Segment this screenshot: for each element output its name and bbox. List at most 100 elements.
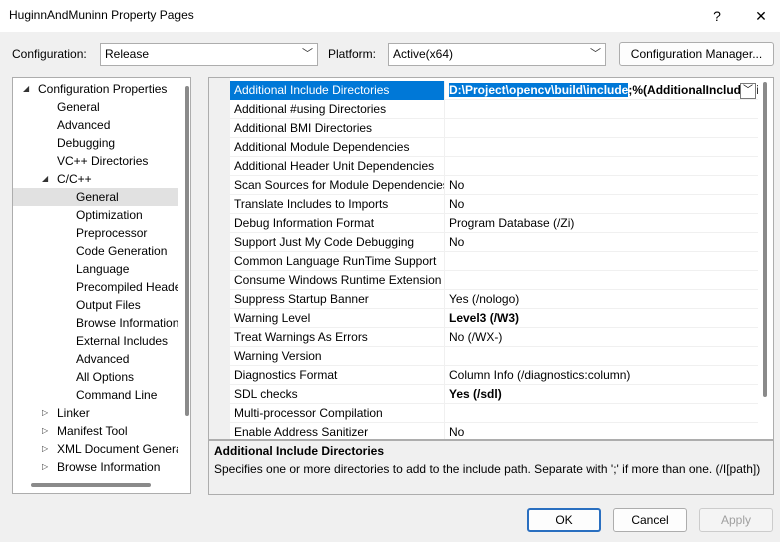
property-value-input[interactable]: D:\Project\opencv\build\include;%(Additi… <box>446 81 758 100</box>
property-value[interactable]: No <box>446 176 758 195</box>
property-row[interactable]: Multi-processor Compilation <box>230 404 758 423</box>
property-row[interactable]: Additional Header Unit Dependencies <box>230 157 758 176</box>
property-row[interactable]: Suppress Startup Banner Yes (/nologo) <box>230 290 758 309</box>
chevron-down-icon[interactable]: ﹀ <box>740 83 756 99</box>
tree-item[interactable]: Command Line <box>13 386 178 404</box>
property-value[interactable] <box>446 138 758 157</box>
collapsed-icon[interactable]: ▷ <box>42 458 48 476</box>
property-row[interactable]: Support Just My Code Debugging No <box>230 233 758 252</box>
platform-dropdown[interactable]: Active(x64) ﹀ <box>388 43 606 66</box>
property-row[interactable]: Common Language RunTime Support <box>230 252 758 271</box>
property-name: Treat Warnings As Errors <box>230 328 445 347</box>
tree-item-label: External Includes <box>76 334 169 348</box>
tree-item-label: Advanced <box>57 118 111 132</box>
property-row[interactable]: SDL checks Yes (/sdl) <box>230 385 758 404</box>
property-row[interactable]: Diagnostics Format Column Info (/diagnost… <box>230 366 758 385</box>
tree-item[interactable]: Code Generation <box>13 242 178 260</box>
property-value[interactable] <box>446 100 758 119</box>
tree-scroll-thumb[interactable] <box>185 86 189 416</box>
tree-item-label: Browse Information <box>76 316 178 330</box>
property-name: Translate Includes to Imports <box>230 195 445 214</box>
property-row[interactable]: Debug Information Format Program Database… <box>230 214 758 233</box>
tree-horizontal-scrollbar[interactable] <box>31 483 151 487</box>
collapsed-icon[interactable]: ▷ <box>42 422 48 440</box>
property-value[interactable]: Column Info (/diagnostics:column) <box>446 366 758 385</box>
tree-item[interactable]: ◢ Configuration Properties <box>13 80 178 98</box>
tree-item[interactable]: Language <box>13 260 178 278</box>
tree-item[interactable]: ▷ Linker <box>13 404 178 422</box>
collapsed-icon[interactable]: ▷ <box>42 440 48 458</box>
tree-item[interactable]: Debugging <box>13 134 178 152</box>
property-value[interactable] <box>446 119 758 138</box>
property-row[interactable]: Enable Address Sanitizer No <box>230 423 758 439</box>
ok-button[interactable]: OK <box>527 508 601 532</box>
apply-button[interactable]: Apply <box>699 508 773 532</box>
expanded-icon[interactable]: ◢ <box>42 170 48 188</box>
property-value[interactable] <box>446 271 758 290</box>
property-row[interactable]: Warning Level Level3 (/W3) <box>230 309 758 328</box>
property-name: Support Just My Code Debugging <box>230 233 445 252</box>
grid-vertical-scrollbar[interactable] <box>761 78 769 439</box>
property-value[interactable]: No <box>446 423 758 439</box>
tree-item[interactable]: ▷ XML Document Genera <box>13 440 178 458</box>
tree-item-label: Precompiled Heade <box>76 280 178 294</box>
tree-item[interactable]: Optimization <box>13 206 178 224</box>
tree-item[interactable]: ◢ C/C++ <box>13 170 178 188</box>
property-value[interactable]: Level3 (/W3) <box>446 309 758 328</box>
tree-item-label: Manifest Tool <box>57 424 128 438</box>
property-value[interactable]: Yes (/nologo) <box>446 290 758 309</box>
tree-item[interactable]: All Options <box>13 368 178 386</box>
tree-item[interactable]: Advanced <box>13 116 178 134</box>
property-name: Diagnostics Format <box>230 366 445 385</box>
property-row[interactable]: Translate Includes to Imports No <box>230 195 758 214</box>
tree-item-label: Output Files <box>76 298 141 312</box>
property-value[interactable]: No <box>446 195 758 214</box>
tree-item-label: General <box>76 190 119 204</box>
help-button[interactable]: ? <box>700 3 734 29</box>
collapsed-icon[interactable]: ▷ <box>42 404 48 422</box>
property-row[interactable]: Consume Windows Runtime Extension <box>230 271 758 290</box>
description-text: Specifies one or more directories to add… <box>214 462 761 476</box>
tree-item[interactable]: Precompiled Heade <box>13 278 178 296</box>
configuration-manager-button[interactable]: Configuration Manager... <box>619 42 774 66</box>
close-button[interactable]: ✕ <box>744 3 778 29</box>
property-value[interactable]: No <box>446 233 758 252</box>
tree-item[interactable]: General <box>13 188 178 206</box>
property-row[interactable]: Treat Warnings As Errors No (/WX-) <box>230 328 758 347</box>
property-value[interactable]: Program Database (/Zi) <box>446 214 758 233</box>
property-row[interactable]: Additional #using Directories <box>230 100 758 119</box>
grid-scroll-thumb[interactable] <box>763 82 767 397</box>
property-row[interactable]: Warning Version <box>230 347 758 366</box>
category-tree[interactable]: ▷ Browse Information ▷ XML Document Genera ▷… <box>12 77 191 494</box>
tree-vertical-scrollbar[interactable] <box>184 78 190 478</box>
property-value[interactable] <box>446 404 758 423</box>
property-row[interactable]: Additional BMI Directories <box>230 119 758 138</box>
property-row[interactable]: Scan Sources for Module Dependencies No <box>230 176 758 195</box>
tree-item[interactable]: General <box>13 98 178 116</box>
tree-item[interactable]: VC++ Directories <box>13 152 178 170</box>
tree-item-label: Language <box>76 262 130 276</box>
property-grid[interactable]: Additional Include Directories D:\Project… <box>208 77 774 440</box>
property-value[interactable]: Yes (/sdl) <box>446 385 758 404</box>
property-value[interactable] <box>446 252 758 271</box>
property-row[interactable]: Additional Include Directories D:\Project… <box>230 81 758 100</box>
tree-item-label: Configuration Properties <box>38 82 168 96</box>
cancel-button[interactable]: Cancel <box>613 508 687 532</box>
platform-value: Active(x64) <box>393 47 454 61</box>
tree-item[interactable]: Advanced <box>13 350 178 368</box>
property-value[interactable] <box>446 157 758 176</box>
configuration-dropdown[interactable]: Release ﹀ <box>100 43 318 66</box>
tree-item[interactable]: Browse Information <box>13 314 178 332</box>
tree-item-label: Command Line <box>76 388 158 402</box>
property-name: Warning Version <box>230 347 445 366</box>
property-value[interactable] <box>446 347 758 366</box>
tree-item[interactable]: External Includes <box>13 332 178 350</box>
property-value[interactable]: No (/WX-) <box>446 328 758 347</box>
tree-item[interactable]: Preprocessor <box>13 224 178 242</box>
tree-item[interactable]: Output Files <box>13 296 178 314</box>
tree-item[interactable]: ▷ Browse Information <box>13 458 178 476</box>
tree-item[interactable]: ▷ Manifest Tool <box>13 422 178 440</box>
property-row[interactable]: Additional Module Dependencies <box>230 138 758 157</box>
property-name: Suppress Startup Banner <box>230 290 445 309</box>
expanded-icon[interactable]: ◢ <box>23 80 29 98</box>
